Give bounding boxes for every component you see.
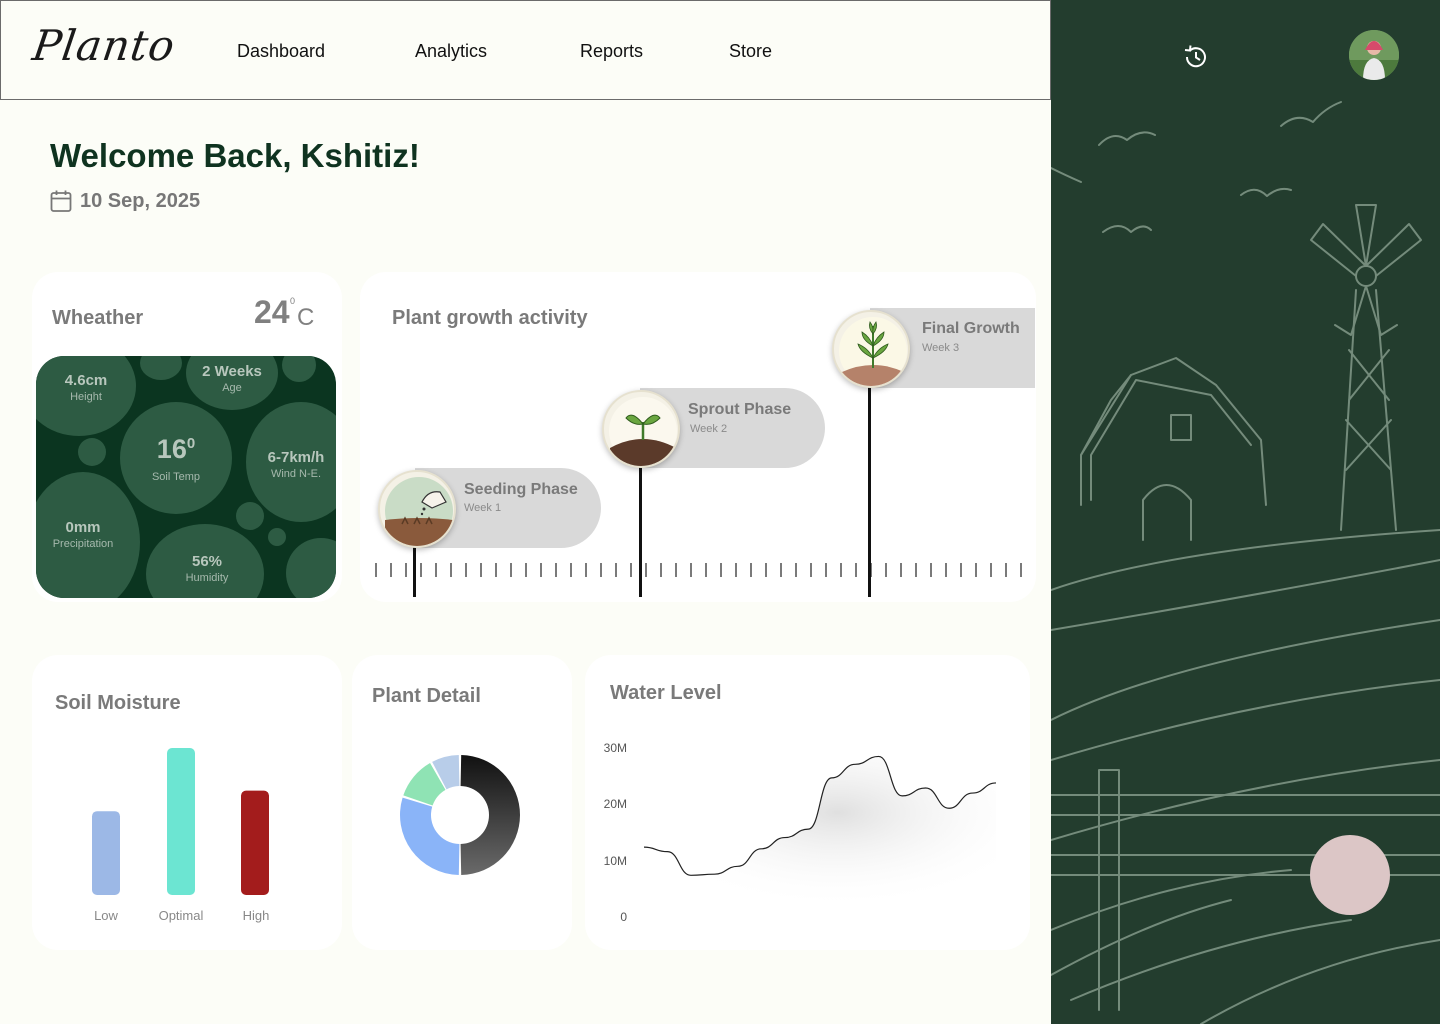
- height-label: Height: [70, 391, 102, 403]
- bubble-decor: [78, 438, 106, 466]
- logo[interactable]: Planto: [30, 21, 179, 70]
- wind-label: Wind N-E.: [270, 468, 322, 480]
- soil-moisture-chart: [92, 748, 269, 895]
- final-growth-icon[interactable]: [832, 310, 910, 388]
- water-area-shade: [644, 756, 996, 917]
- welcome-heading: Welcome Back, Kshitiz!: [50, 137, 420, 174]
- growth-title: Plant growth activity: [392, 307, 588, 329]
- soil-bar-low: [92, 811, 120, 895]
- soil-temp-value: 160: [136, 434, 216, 465]
- soil-temp-sup: 0: [186, 435, 196, 452]
- bubble-decor: [286, 538, 336, 598]
- nav-dashboard[interactable]: Dashboard: [237, 41, 325, 62]
- donut-slice-0: [460, 755, 521, 875]
- soil-moisture-title: Soil Moisture: [55, 692, 181, 714]
- age-value: 2 Weeks: [202, 363, 262, 380]
- calendar-icon: [50, 190, 72, 212]
- growth-timeline-ruler: [375, 563, 1022, 577]
- soil-bar-optimal: [167, 748, 195, 895]
- history-icon[interactable]: [1181, 42, 1211, 72]
- seeding-stem: [413, 540, 416, 597]
- sprout-phase-name: Sprout Phase: [688, 401, 792, 418]
- top-nav-bar: Planto Dashboard Analytics Reports Store: [0, 0, 1051, 100]
- soil-bar-label-high: High: [242, 908, 270, 923]
- temperature-value: 24: [254, 294, 290, 330]
- sprout-stem: [639, 462, 642, 597]
- nav-analytics[interactable]: Analytics: [415, 41, 487, 62]
- soil-bar-high: [241, 790, 269, 895]
- weather-title: Wheather: [52, 307, 144, 329]
- water-level-title: Water Level: [610, 682, 722, 704]
- humidity-label: Humidity: [185, 572, 229, 584]
- humidity-value: 56%: [191, 553, 223, 570]
- water-ytick-10m: 10M: [603, 854, 627, 868]
- sprout-icon[interactable]: [602, 390, 680, 468]
- temperature-unit: C: [297, 304, 315, 331]
- scenic-side-panel: [1051, 0, 1440, 1024]
- weather-stats-panel: 4.6cm Height 2 Weeks Age 160 Soil Temp 6…: [36, 356, 336, 598]
- donut-slice-1: [400, 797, 460, 875]
- soil-temp-number: 16: [156, 434, 187, 464]
- water-ytick-20m: 20M: [603, 797, 627, 811]
- final-phase-name: Final Growth: [922, 320, 1020, 337]
- floating-action-button[interactable]: [1310, 835, 1390, 915]
- final-phase-week: Week 3: [922, 342, 960, 354]
- seeding-icon[interactable]: [378, 470, 456, 548]
- plant-detail-title: Plant Detail: [372, 685, 481, 707]
- precipitation-value: 0mm: [65, 519, 101, 536]
- height-value: 4.6cm: [64, 372, 108, 389]
- plant-detail-donut-chart: [400, 755, 521, 875]
- sprout-phase-week: Week 2: [690, 423, 728, 435]
- seeding-phase-name: Seeding Phase: [464, 481, 578, 498]
- bubble-decor: [236, 502, 264, 530]
- final-stem: [868, 382, 871, 597]
- wind-value: 6-7km/h: [267, 449, 325, 466]
- nav-reports[interactable]: Reports: [580, 41, 643, 62]
- age-label: Age: [222, 382, 242, 394]
- water-ytick-0: 0: [620, 910, 627, 924]
- nav-store[interactable]: Store: [729, 41, 772, 62]
- seeding-phase-week: Week 1: [464, 502, 502, 514]
- soil-bar-label-low: Low: [94, 908, 118, 923]
- date-row: 10 Sep, 2025: [50, 189, 200, 213]
- current-date: 10 Sep, 2025: [80, 189, 201, 212]
- degree-symbol: 0: [290, 296, 296, 306]
- bubble-decor: [268, 528, 286, 546]
- soil-temp-label: Soil Temp: [151, 471, 201, 483]
- water-ytick-30m: 30M: [603, 741, 627, 755]
- precipitation-label: Precipitation: [52, 538, 114, 550]
- bubble-decor: [282, 356, 316, 382]
- bubble-decor: [140, 356, 182, 380]
- soil-bar-label-optimal: Optimal: [158, 908, 204, 923]
- water-level-chart: [643, 755, 997, 917]
- user-avatar[interactable]: [1349, 30, 1399, 80]
